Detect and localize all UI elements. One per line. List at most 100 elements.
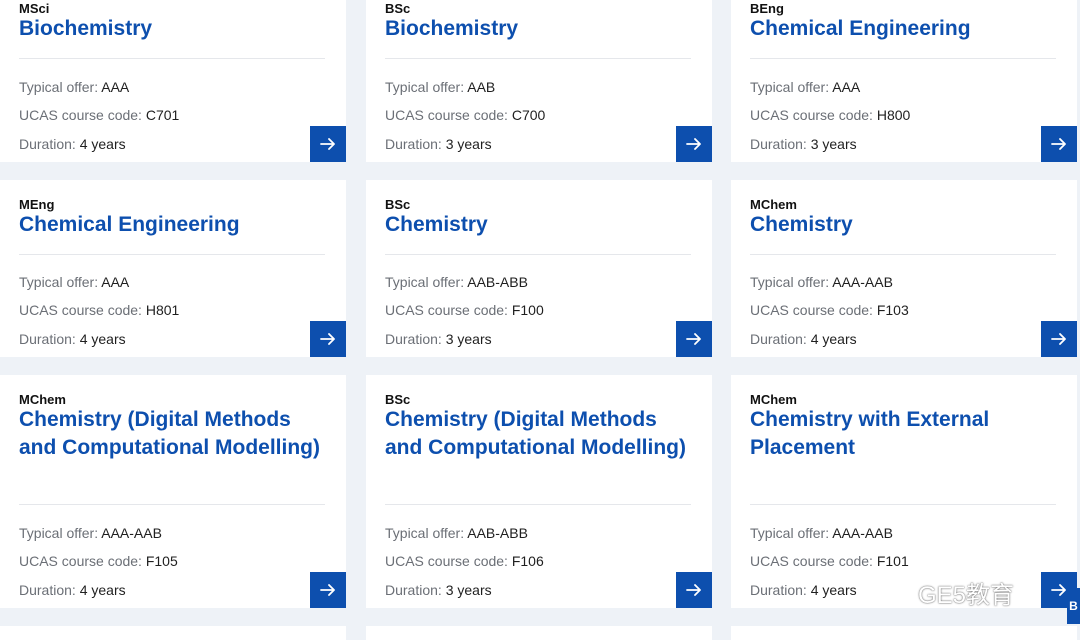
course-title-link[interactable]: Chemical Engineering: [750, 15, 1057, 43]
watermark-text: GE5教育: [918, 581, 1015, 609]
ucas-code-value: F105: [145, 553, 178, 569]
duration-value: 4 years: [810, 331, 857, 347]
duration-value: 4 years: [79, 136, 126, 152]
ucas-code-value: F103: [876, 302, 909, 318]
duration: Duration: 4 years: [750, 330, 857, 348]
typical-offer-value: AAB-ABB: [467, 525, 528, 541]
view-course-button[interactable]: [676, 572, 712, 608]
arrow-right-icon: [686, 333, 701, 345]
typical-offer-value: AAA: [101, 274, 130, 290]
course-title-link[interactable]: Chemistry with External Placement: [750, 406, 1057, 461]
arrow-right-icon: [1051, 333, 1066, 345]
arrow-right-icon: [320, 138, 335, 150]
ucas-code-label: UCAS course code:: [385, 107, 508, 123]
ucas-code-value: C700: [511, 107, 546, 123]
ucas-code-value: H800: [876, 107, 911, 123]
view-course-button[interactable]: [1041, 126, 1077, 162]
course-card: BSc Chemistry Typical offer: AAB-ABB UCA…: [366, 180, 712, 357]
card-divider: [19, 254, 325, 255]
duration: Duration: 3 years: [385, 330, 492, 348]
typical-offer-value: AAA: [101, 79, 130, 95]
duration-value: 4 years: [79, 331, 126, 347]
duration-label: Duration:: [750, 331, 807, 347]
typical-offer-label: Typical offer:: [750, 274, 830, 290]
duration-label: Duration:: [19, 136, 76, 152]
ucas-code-label: UCAS course code:: [385, 302, 508, 318]
course-list-viewport: MSci Biochemistry Typical offer: AAA UCA…: [0, 0, 1080, 640]
wechat-icon: [880, 580, 909, 603]
course-title-link[interactable]: Chemistry: [385, 211, 692, 239]
duration: Duration: 3 years: [385, 135, 492, 153]
course-title-link[interactable]: Biochemistry: [385, 15, 692, 43]
card-divider: [19, 58, 325, 59]
view-course-button[interactable]: [310, 572, 346, 608]
course-card: MSci Biochemistry Typical offer: AAA UCA…: [0, 0, 346, 162]
view-course-button[interactable]: [310, 126, 346, 162]
course-card-partial: [0, 626, 346, 640]
course-card-partial: [731, 626, 1077, 640]
ucas-code-label: UCAS course code:: [750, 107, 873, 123]
edge-tab-button[interactable]: B: [1067, 588, 1080, 624]
typical-offer-value: AAA-AAB: [832, 274, 893, 290]
typical-offer: Typical offer: AAA: [750, 78, 860, 96]
course-card: MChem Chemistry (Digital Methods and Com…: [0, 375, 346, 608]
typical-offer: Typical offer: AAA-AAB: [19, 524, 162, 542]
duration-label: Duration:: [385, 331, 442, 347]
course-title-link[interactable]: Chemistry: [750, 211, 1057, 239]
card-divider: [385, 58, 691, 59]
course-title-link[interactable]: Chemistry (Digital Methods and Computati…: [19, 406, 326, 461]
view-course-button[interactable]: [310, 321, 346, 357]
duration-label: Duration:: [750, 136, 807, 152]
duration-label: Duration:: [750, 582, 807, 598]
duration-label: Duration:: [385, 582, 442, 598]
duration-label: Duration:: [385, 136, 442, 152]
arrow-right-icon: [1051, 584, 1066, 596]
ucas-code: UCAS course code: H800: [750, 106, 910, 124]
typical-offer-value: AAA-AAB: [832, 525, 893, 541]
arrow-right-icon: [686, 584, 701, 596]
ucas-code-label: UCAS course code:: [385, 553, 508, 569]
ucas-code: UCAS course code: F106: [385, 552, 544, 570]
ucas-code-label: UCAS course code:: [19, 302, 142, 318]
duration-value: 3 years: [445, 136, 492, 152]
card-divider: [385, 254, 691, 255]
card-divider: [750, 504, 1056, 505]
ucas-code: UCAS course code: F100: [385, 301, 544, 319]
duration-label: Duration:: [19, 331, 76, 347]
typical-offer: Typical offer: AAB-ABB: [385, 273, 528, 291]
duration-value: 3 years: [445, 582, 492, 598]
duration: Duration: 4 years: [750, 581, 857, 599]
course-title-link[interactable]: Chemical Engineering: [19, 211, 326, 239]
typical-offer-label: Typical offer:: [19, 274, 99, 290]
ucas-code: UCAS course code: H801: [19, 301, 179, 319]
arrow-right-icon: [320, 333, 335, 345]
view-course-button[interactable]: [676, 321, 712, 357]
ucas-code: UCAS course code: F103: [750, 301, 909, 319]
view-course-button[interactable]: [1041, 321, 1077, 357]
typical-offer-label: Typical offer:: [385, 525, 465, 541]
ucas-code-label: UCAS course code:: [750, 553, 873, 569]
ucas-code: UCAS course code: C700: [385, 106, 545, 124]
duration-value: 3 years: [445, 331, 492, 347]
duration: Duration: 3 years: [750, 135, 857, 153]
course-card: BSc Chemistry (Digital Methods and Compu…: [366, 375, 712, 608]
course-title-link[interactable]: Biochemistry: [19, 15, 326, 43]
typical-offer-label: Typical offer:: [750, 79, 830, 95]
arrow-right-icon: [1051, 138, 1066, 150]
typical-offer: Typical offer: AAB-ABB: [385, 524, 528, 542]
card-divider: [385, 504, 691, 505]
duration-value: 4 years: [79, 582, 126, 598]
course-card: MChem Chemistry Typical offer: AAA-AAB U…: [731, 180, 1077, 357]
ucas-code-value: F106: [511, 553, 544, 569]
view-course-button[interactable]: [676, 126, 712, 162]
typical-offer-value: AAB-ABB: [467, 274, 528, 290]
edge-tab-label: B: [1069, 599, 1078, 613]
arrow-right-icon: [686, 138, 701, 150]
duration: Duration: 4 years: [19, 581, 126, 599]
ucas-code: UCAS course code: F101: [750, 552, 909, 570]
course-card: BSc Biochemistry Typical offer: AAB UCAS…: [366, 0, 712, 162]
typical-offer: Typical offer: AAB: [385, 78, 495, 96]
course-title-link[interactable]: Chemistry (Digital Methods and Computati…: [385, 406, 692, 461]
ucas-code-label: UCAS course code:: [19, 107, 142, 123]
course-card: MEng Chemical Engineering Typical offer:…: [0, 180, 346, 357]
